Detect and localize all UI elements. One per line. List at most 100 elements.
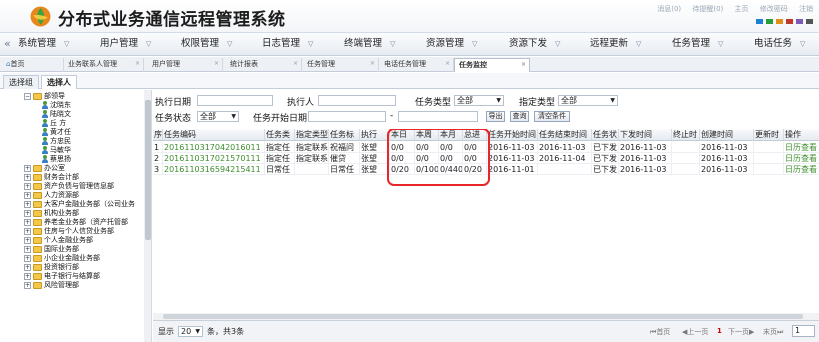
tree-node-dept[interactable]: + 养老金业务部（资产托管部 xyxy=(24,218,128,227)
col-header[interactable]: 操作 xyxy=(784,129,819,140)
page-jump-input[interactable]: 1 xyxy=(792,325,815,337)
nav-terminal-management[interactable]: 终端管理 ▽ xyxy=(344,33,395,55)
expand-icon[interactable]: + xyxy=(24,173,31,181)
tree-node-person[interactable]: 陆晓文 xyxy=(42,110,71,119)
tab-select-group[interactable]: 选择组 xyxy=(3,75,39,89)
tab-phone-task[interactable]: 电话任务管理 × xyxy=(380,58,454,72)
expand-icon[interactable]: + xyxy=(24,272,31,280)
tree-node-dept[interactable]: + 大客户金融业务部（公司业务 xyxy=(24,200,135,209)
col-header[interactable]: 执行 xyxy=(360,129,390,140)
nav-task-management[interactable]: 任务管理 ▽ xyxy=(672,33,723,55)
expand-icon[interactable]: + xyxy=(24,227,31,235)
expand-icon[interactable]: + xyxy=(24,164,31,172)
page-size-select[interactable]: 20 ▼ xyxy=(178,326,203,337)
exec-date-input[interactable] xyxy=(197,95,273,106)
tree-node-dept[interactable]: + 人力资源部 xyxy=(24,191,79,200)
expand-icon[interactable]: + xyxy=(24,200,31,208)
tree-node-dept[interactable]: + 办公室 xyxy=(24,164,65,173)
tree-node-person[interactable]: 黄才任 xyxy=(42,128,71,137)
query-button[interactable]: 查询 xyxy=(510,111,529,122)
executor-input[interactable] xyxy=(318,95,396,106)
calendar-view-link[interactable]: 日历查看 xyxy=(784,164,819,175)
col-header[interactable]: 创建时间 xyxy=(700,129,754,140)
expand-icon[interactable]: + xyxy=(24,245,31,253)
tree-node-dept[interactable]: + 小企业金融业务部 xyxy=(24,254,100,263)
expand-icon[interactable]: + xyxy=(24,209,31,217)
tree-node-dept[interactable]: + 机构业务部 xyxy=(24,209,79,218)
calendar-view-link[interactable]: 日历查看 xyxy=(784,142,819,153)
nav-collapse-icon[interactable]: « xyxy=(4,33,11,55)
nav-system-management[interactable]: 系统管理 ▽ xyxy=(18,33,69,55)
col-header[interactable]: 本月 xyxy=(439,129,463,140)
tree-node-person[interactable]: 蔡思扬 xyxy=(42,155,71,164)
nav-resource-management[interactable]: 资源管理 ▽ xyxy=(426,33,477,55)
collapse-icon[interactable]: − xyxy=(24,92,31,100)
col-header[interactable]: 任务类 xyxy=(265,129,295,140)
close-icon[interactable]: × xyxy=(214,57,219,70)
col-header[interactable]: 本周 xyxy=(415,129,439,140)
logout-link[interactable]: 注销 xyxy=(799,5,813,13)
col-header[interactable]: 终止时 xyxy=(672,129,700,140)
tree-node-person[interactable]: 方忠民 xyxy=(42,137,71,146)
tree-node-dept[interactable]: + 电子银行与结算部 xyxy=(24,272,100,281)
close-icon[interactable]: × xyxy=(445,57,450,70)
tab-home[interactable]: ⌂首页 xyxy=(2,58,64,72)
next-page-button[interactable]: 下一页▶ xyxy=(728,327,754,337)
col-header[interactable]: 总进 xyxy=(463,129,487,140)
col-header[interactable]: 指定类型 xyxy=(295,129,329,140)
tree-node-person[interactable]: 马敏华 xyxy=(42,146,71,155)
expand-icon[interactable]: + xyxy=(24,254,31,262)
close-icon[interactable]: × xyxy=(293,57,298,70)
nav-remote-update[interactable]: 远程更新 ▽ xyxy=(590,33,641,55)
prev-page-button[interactable]: ◀上一页 xyxy=(682,327,708,337)
skin-green[interactable] xyxy=(766,19,773,24)
start-date-to-input[interactable] xyxy=(398,111,478,122)
nav-log-management[interactable]: 日志管理 ▽ xyxy=(262,33,313,55)
tree-node-dept[interactable]: + 风险管理部 xyxy=(24,281,79,290)
change-password-link[interactable]: 修改密码 xyxy=(760,5,788,13)
tab-user-management[interactable]: 用户管理 × xyxy=(148,58,223,72)
tab-task-monitor[interactable]: 任务监控 × xyxy=(454,58,530,72)
close-icon[interactable]: × xyxy=(135,57,140,70)
col-header[interactable]: 任务结束时间 xyxy=(538,129,592,140)
col-header[interactable]: 本日 xyxy=(390,129,415,140)
skin-purple[interactable] xyxy=(796,19,803,24)
col-header[interactable]: 下发时间 xyxy=(619,129,672,140)
start-date-from-input[interactable] xyxy=(308,111,386,122)
calendar-view-link[interactable]: 日历查看 xyxy=(784,153,819,164)
messages-link[interactable]: 消息(0) xyxy=(657,5,681,13)
table-row[interactable]: 2 2016110317021570111 指定任 指定联系 催贷 张望 0/0… xyxy=(153,153,819,164)
nav-permission-management[interactable]: 权限管理 ▽ xyxy=(181,33,232,55)
nav-user-management[interactable]: 用户管理 ▽ xyxy=(100,33,151,55)
skin-blue[interactable] xyxy=(756,19,763,24)
nav-phone-task[interactable]: 电话任务 ▽ xyxy=(754,33,805,55)
task-status-select[interactable]: 全部 ▼ xyxy=(197,111,239,122)
export-button[interactable]: 导出 xyxy=(486,111,505,122)
last-page-button[interactable]: 末页⏭ xyxy=(763,327,783,337)
col-header[interactable]: 序号 xyxy=(153,129,163,140)
col-header[interactable]: 任务状 xyxy=(592,129,619,140)
skin-red[interactable] xyxy=(786,19,793,24)
home-link[interactable]: 主页 xyxy=(735,5,749,13)
nav-resource-dispatch[interactable]: 资源下发 ▽ xyxy=(509,33,560,55)
reminders-link[interactable]: 待提醒(0) xyxy=(692,5,723,13)
skin-orange[interactable] xyxy=(776,19,783,24)
expand-icon[interactable]: + xyxy=(24,263,31,271)
tree-node-dept[interactable]: + 住房与个人信贷业务部 xyxy=(24,227,114,236)
cell-task-code[interactable]: 2016110317021570111 xyxy=(163,153,265,164)
expand-icon[interactable]: + xyxy=(24,218,31,226)
tree-scrollbar-thumb[interactable] xyxy=(145,100,151,240)
table-row[interactable]: 3 2016110316594215411 日常任 日常任 张望 0/20 0/… xyxy=(153,164,819,175)
tree-node-dept[interactable]: + 财务会计部 xyxy=(24,173,79,182)
table-row[interactable]: 1 2016110317042016011 指定任 指定联系 祝福问 张望 0/… xyxy=(153,142,819,153)
expand-icon[interactable]: + xyxy=(24,191,31,199)
expand-icon[interactable]: + xyxy=(24,182,31,190)
tree-node-dept[interactable]: + 投资银行部 xyxy=(24,263,79,272)
col-header[interactable]: 任务开始时间 xyxy=(487,129,538,140)
task-type-select[interactable]: 全部 ▼ xyxy=(454,95,504,106)
tree-node-dept[interactable]: + 个人金融业务部 xyxy=(24,236,93,245)
expand-icon[interactable]: + xyxy=(24,281,31,289)
close-icon[interactable]: × xyxy=(370,57,375,70)
tree-node-dept[interactable]: + 国际业务部 xyxy=(24,245,79,254)
skin-gray[interactable] xyxy=(806,19,813,24)
